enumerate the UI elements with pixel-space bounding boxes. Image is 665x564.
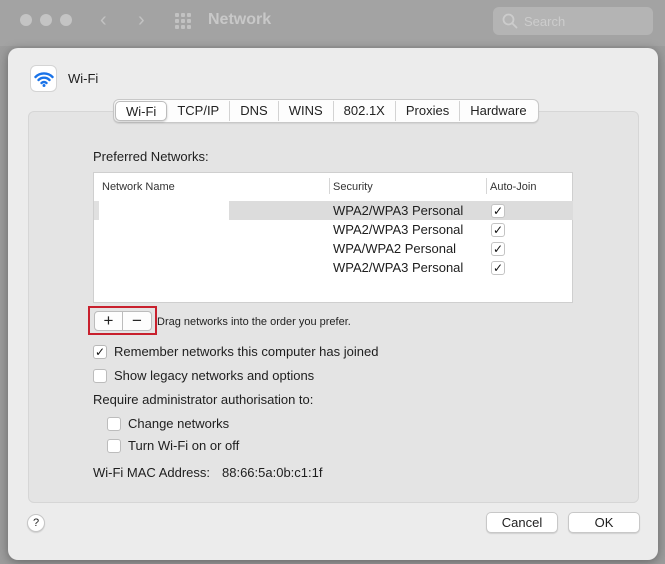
change-networks-checkbox[interactable] <box>107 416 121 431</box>
show-all-grid-icon[interactable] <box>175 13 193 29</box>
tab-wifi[interactable]: Wi-Fi <box>115 101 168 121</box>
wifi-badge <box>30 65 57 92</box>
table-header: Network Name Security Auto-Join <box>94 173 572 201</box>
cancel-button[interactable]: Cancel <box>486 512 558 533</box>
toggle-wifi-option[interactable]: Turn Wi-Fi on or off <box>107 438 239 453</box>
search-placeholder: Search <box>524 14 566 29</box>
window-title: Network <box>208 11 272 28</box>
tab-hardware[interactable]: Hardware <box>460 101 536 121</box>
table-row[interactable]: WPA2/WPA3 Personal ✓ <box>94 258 572 277</box>
change-networks-option[interactable]: Change networks <box>107 416 229 431</box>
toggle-wifi-checkbox[interactable] <box>107 438 121 453</box>
remember-networks-option[interactable]: ✓ Remember networks this computer has jo… <box>93 344 378 359</box>
help-button[interactable]: ? <box>27 514 45 532</box>
auto-join-checkbox[interactable]: ✓ <box>491 223 505 237</box>
mac-address-label: Wi-Fi MAC Address: <box>93 465 211 480</box>
background-window-titlebar: ‹ › Network Search <box>0 0 665 46</box>
mac-address-value: 88:66:5a:0b:c1:1f <box>222 465 323 480</box>
table-row[interactable]: WPA2/WPA3 Personal ✓ <box>94 220 572 239</box>
change-networks-label: Change networks <box>128 416 230 431</box>
column-divider <box>486 178 487 194</box>
remember-networks-label: Remember networks this computer has join… <box>114 344 379 359</box>
tab-dns[interactable]: DNS <box>230 101 279 121</box>
row-selection-stub <box>94 201 99 220</box>
security-cell: WPA2/WPA3 Personal <box>333 203 464 218</box>
remember-networks-checkbox[interactable]: ✓ <box>93 344 107 359</box>
minimize-window-button[interactable] <box>40 14 52 26</box>
security-cell: WPA/WPA2 Personal <box>333 241 457 256</box>
auto-join-checkbox[interactable]: ✓ <box>491 261 505 275</box>
zoom-window-button[interactable] <box>60 14 72 26</box>
search-field[interactable]: Search <box>493 7 653 35</box>
column-header-auto-join[interactable]: Auto-Join <box>490 181 536 193</box>
preferred-networks-table[interactable]: Network Name Security Auto-Join WPA2/WPA… <box>93 172 573 303</box>
tab-proxies[interactable]: Proxies <box>396 101 461 121</box>
auto-join-checkbox[interactable]: ✓ <box>491 242 505 256</box>
sheet-title: Wi-Fi <box>68 71 99 86</box>
tab-8021x[interactable]: 802.1X <box>334 101 396 121</box>
legacy-networks-option[interactable]: Show legacy networks and options <box>93 368 314 383</box>
wifi-settings-sheet: Wi-Fi Wi-Fi TCP/IP DNS WINS 802.1X Proxi… <box>8 48 658 560</box>
column-divider <box>329 178 330 194</box>
drag-hint-text: Drag networks into the order you prefer. <box>157 316 351 328</box>
add-network-button[interactable]: + <box>94 311 123 331</box>
add-remove-highlight: + − <box>88 306 157 335</box>
remove-network-button[interactable]: − <box>123 311 152 331</box>
security-cell: WPA2/WPA3 Personal <box>333 260 464 275</box>
preferred-networks-label: Preferred Networks: <box>93 149 209 164</box>
close-window-button[interactable] <box>20 14 32 26</box>
column-header-network-name[interactable]: Network Name <box>102 181 175 193</box>
search-icon <box>502 13 518 29</box>
security-cell: WPA2/WPA3 Personal <box>333 222 464 237</box>
forward-arrow-icon[interactable]: › <box>138 9 145 32</box>
column-header-security[interactable]: Security <box>333 181 373 193</box>
legacy-networks-label: Show legacy networks and options <box>114 368 315 383</box>
table-row[interactable]: WPA2/WPA3 Personal ✓ <box>94 201 573 220</box>
ok-button[interactable]: OK <box>568 512 640 533</box>
admin-authorisation-heading: Require administrator authorisation to: <box>93 392 314 407</box>
wifi-icon <box>34 72 54 87</box>
tab-bar: Wi-Fi TCP/IP DNS WINS 802.1X Proxies Har… <box>113 99 539 123</box>
back-arrow-icon[interactable]: ‹ <box>100 9 107 32</box>
legacy-networks-checkbox[interactable] <box>93 368 107 383</box>
auto-join-checkbox[interactable]: ✓ <box>491 204 505 218</box>
table-row[interactable]: WPA/WPA2 Personal ✓ <box>94 239 572 258</box>
tab-tcpip[interactable]: TCP/IP <box>167 101 231 121</box>
tab-wins[interactable]: WINS <box>279 101 334 121</box>
toggle-wifi-label: Turn Wi-Fi on or off <box>128 438 240 453</box>
